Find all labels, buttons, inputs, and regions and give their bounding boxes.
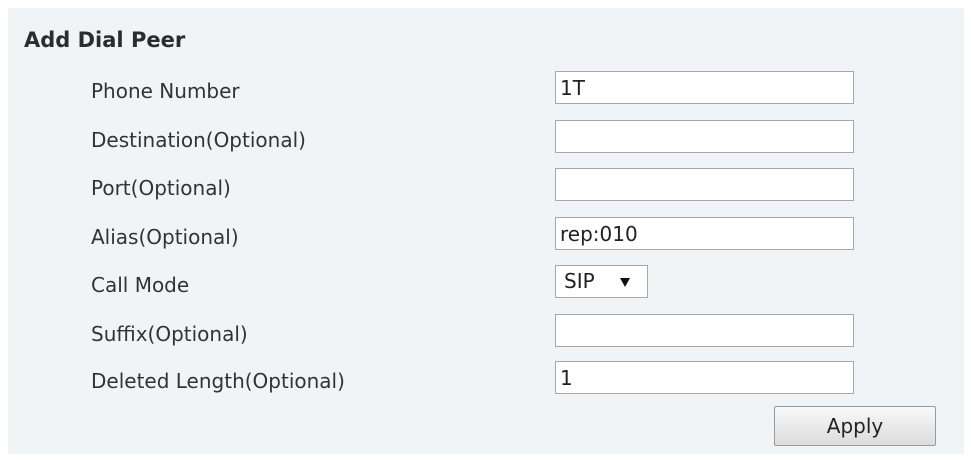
destination-input[interactable]	[555, 120, 854, 153]
phone-number-row: Phone Number	[8, 71, 964, 111]
call-mode-select[interactable]: SIP	[555, 265, 648, 298]
destination-label: Destination(Optional)	[91, 128, 306, 152]
destination-row: Destination(Optional)	[8, 120, 964, 160]
apply-button[interactable]: Apply	[774, 406, 936, 446]
panel-title: Add Dial Peer	[24, 28, 186, 52]
add-dial-peer-panel: Add Dial Peer Phone Number Destination(O…	[8, 8, 964, 454]
suffix-row: Suffix(Optional)	[8, 314, 964, 354]
call-mode-label: Call Mode	[91, 273, 190, 297]
suffix-input[interactable]	[555, 314, 854, 347]
deleted-length-row: Deleted Length(Optional)	[8, 361, 964, 401]
suffix-label: Suffix(Optional)	[91, 322, 248, 346]
alias-label: Alias(Optional)	[91, 225, 239, 249]
call-mode-row: Call Mode SIP	[8, 265, 964, 305]
alias-input[interactable]	[555, 217, 854, 250]
port-label: Port(Optional)	[91, 176, 231, 200]
call-mode-value: SIP	[564, 269, 595, 293]
chevron-down-icon	[620, 278, 630, 287]
deleted-length-input[interactable]	[555, 361, 854, 394]
port-row: Port(Optional)	[8, 168, 964, 208]
phone-number-input[interactable]	[555, 71, 854, 104]
alias-row: Alias(Optional)	[8, 217, 964, 257]
port-input[interactable]	[555, 168, 854, 201]
deleted-length-label: Deleted Length(Optional)	[91, 369, 345, 393]
phone-number-label: Phone Number	[91, 79, 240, 103]
